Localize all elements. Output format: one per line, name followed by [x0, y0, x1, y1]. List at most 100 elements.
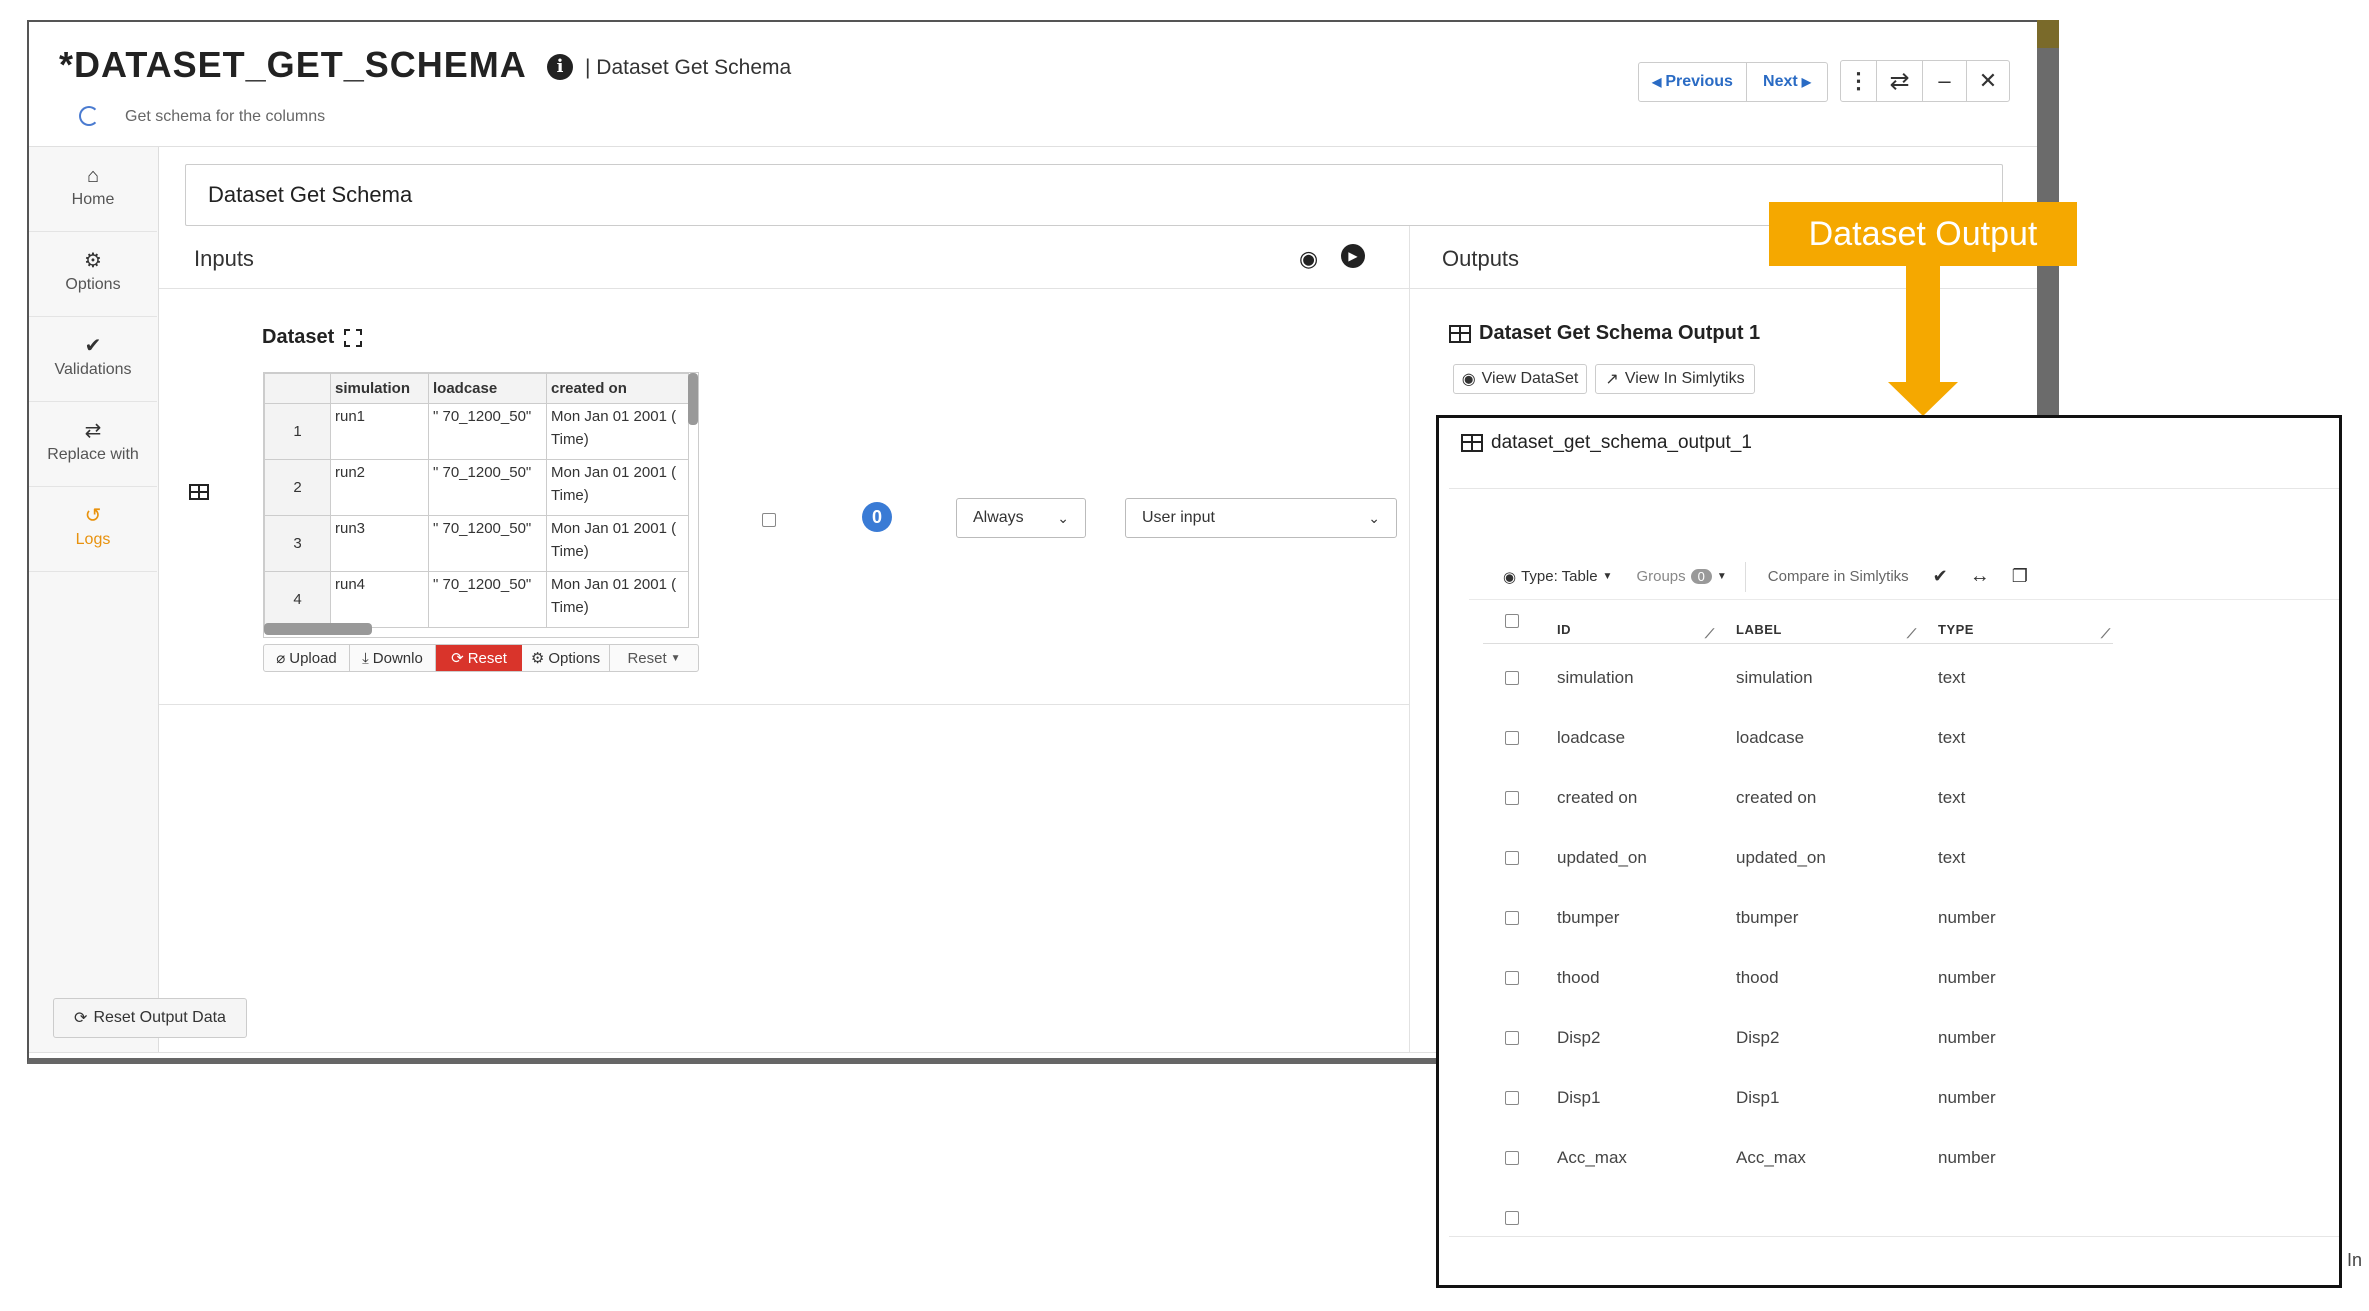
column-header-type[interactable]: TYPE [1938, 622, 1974, 637]
schema-rows: simulation simulation text loadcase loadcas… [1483, 668, 2339, 1228]
schema-header-row: ID ⟋ LABEL ⟋ TYPE ⟋ [1483, 608, 2113, 644]
table-row[interactable]: tbumper tbumper number [1483, 908, 2339, 968]
inputs-divider [159, 288, 1439, 289]
sidebar-item-options[interactable]: ⚙ Options [29, 232, 157, 317]
edge-cut-text: In [2347, 1250, 2363, 1270]
grid-cell[interactable]: run2 [330, 459, 429, 516]
resize-handle-icon[interactable]: ⟋ [1907, 626, 1917, 642]
type-dropdown[interactable]: ◉ Type: Table ▼ [1503, 568, 1612, 586]
grid-cell[interactable]: " 70_1200_50" [428, 403, 547, 460]
row-checkbox[interactable] [1505, 1151, 1519, 1165]
table-row: 2 run2 " 70_1200_50" Mon Jan 01 2001 (Ti… [264, 459, 689, 516]
window-edge-accent [2037, 20, 2059, 48]
row-checkbox[interactable] [1505, 971, 1519, 985]
double-check-icon: ✔ [84, 335, 102, 357]
run-condition-select[interactable]: Always ⌄ [956, 498, 1086, 538]
reset-dropdown-button[interactable]: Reset ▼ [610, 645, 698, 671]
grid-cell[interactable]: Mon Jan 01 2001 (Time) [546, 571, 689, 628]
row-checkbox[interactable] [1505, 671, 1519, 685]
swap-icon[interactable]: ⇄ [1877, 61, 1923, 101]
dataset-checkbox[interactable] [762, 513, 776, 527]
row-checkbox[interactable] [1505, 1091, 1519, 1105]
row-checkbox[interactable] [1505, 1031, 1519, 1045]
row-checkbox[interactable] [1505, 1211, 1519, 1225]
row-checkbox[interactable] [1505, 731, 1519, 745]
home-icon: ⌂ [86, 165, 100, 187]
table-row[interactable]: Disp1 Disp1 number [1483, 1088, 2339, 1148]
grid-cell[interactable]: " 70_1200_50" [428, 515, 547, 572]
table-row[interactable]: simulation simulation text [1483, 668, 2339, 728]
node-name-field[interactable]: Dataset Get Schema [185, 164, 2003, 226]
column-header-id[interactable]: ID [1557, 622, 1571, 637]
previous-button[interactable]: ◀ Previous [1639, 63, 1747, 101]
info-icon[interactable]: i [547, 54, 573, 80]
table-row[interactable]: updated_on updated_on text [1483, 848, 2339, 908]
grid-cell[interactable]: Mon Jan 01 2001 (Time) [546, 403, 689, 460]
upload-button[interactable]: ⌀ Upload [264, 645, 350, 671]
horizontal-scrollbar[interactable] [264, 623, 372, 635]
minimize-icon[interactable]: – [1923, 61, 1967, 101]
close-icon[interactable]: ✕ [1967, 61, 2009, 101]
grid-cell[interactable]: run4 [330, 571, 429, 628]
caret-down-icon: ▼ [1716, 571, 1727, 582]
row-checkbox[interactable] [1505, 851, 1519, 865]
zoomed-output-panel: dataset_get_schema_output_1 ◉ Type: Table… [1436, 415, 2342, 1288]
table-icon [1449, 324, 1471, 343]
reset-output-data-button[interactable]: ⟳ Reset Output Data [53, 998, 247, 1038]
view-dataset-button[interactable]: ◉ View DataSet [1453, 364, 1587, 394]
play-icon[interactable]: ▶ [1341, 244, 1365, 268]
groups-dropdown[interactable]: Groups 0 ▼ [1636, 568, 1726, 585]
callout-arrow-head [1888, 382, 1958, 416]
sidebar-item-replace-with[interactable]: ⇄ Replace with [29, 402, 157, 487]
table-row[interactable]: loadcase loadcase text [1483, 728, 2339, 788]
refresh-spin-icon [79, 106, 99, 126]
dataset-label: Dataset [262, 326, 363, 349]
table-row-partial[interactable] [1483, 1208, 2339, 1228]
inputs-bottom-divider [159, 704, 1409, 705]
grid-cell[interactable]: Mon Jan 01 2001 (Time) [546, 515, 689, 572]
spreadsheet-toolbar: ⌀ Upload ⤓ Downlo ⟳ Reset ⚙ Options Reset ▼ [263, 644, 699, 672]
caret-left-icon: ◀ [1652, 75, 1662, 89]
reset-button[interactable]: ⟳ Reset [436, 645, 522, 671]
grid-cell[interactable]: run3 [330, 515, 429, 572]
row-checkbox[interactable] [1505, 911, 1519, 925]
page-title: *DATASET_GET_SCHEMA [59, 44, 527, 85]
double-check-icon[interactable]: ✔ [1933, 566, 1948, 587]
expand-icon[interactable] [344, 328, 363, 347]
vertical-scrollbar[interactable] [688, 373, 698, 425]
grid-cell[interactable]: " 70_1200_50" [428, 459, 547, 516]
view-in-simlytiks-button[interactable]: ↗ View In Simlytiks [1595, 364, 1755, 394]
table-row[interactable]: created on created on text [1483, 788, 2339, 848]
compare-in-simlytiks-button[interactable]: Compare in Simlytiks [1768, 568, 1909, 585]
grid-col-header[interactable]: loadcase [428, 373, 547, 404]
grid-cell[interactable]: " 70_1200_50" [428, 571, 547, 628]
select-all-checkbox[interactable] [1505, 614, 1519, 628]
eye-icon[interactable]: ◉ [1299, 246, 1318, 272]
input-source-select[interactable]: User input ⌄ [1125, 498, 1397, 538]
sidebar-item-validations[interactable]: ✔ Validations [29, 317, 157, 402]
table-row[interactable]: thood thood number [1483, 968, 2339, 1028]
dataset-spreadsheet[interactable]: simulation loadcase created on 1 run1 " … [263, 372, 699, 638]
refresh-icon: ⟳ [74, 1010, 88, 1027]
copy-icon[interactable]: ❐ [2012, 566, 2028, 587]
table-row[interactable]: Acc_max Acc_max number [1483, 1148, 2339, 1208]
row-checkbox[interactable] [1505, 791, 1519, 805]
grid-col-header[interactable]: simulation [330, 373, 429, 404]
next-button[interactable]: Next ▶ [1747, 63, 1827, 101]
grid-options-button[interactable]: ⚙ Options [522, 645, 610, 671]
sidebar-item-home[interactable]: ⌂ Home [29, 147, 157, 232]
download-button[interactable]: ⤓ Downlo [350, 645, 436, 671]
table-row[interactable]: Disp2 Disp2 number [1483, 1028, 2339, 1088]
resize-handle-icon[interactable]: ⟋ [1705, 626, 1715, 642]
sidebar-item-logs[interactable]: ↺ Logs [29, 487, 157, 572]
fit-width-icon[interactable]: ↔ [1970, 565, 1990, 588]
column-header-label[interactable]: LABEL [1736, 622, 1782, 637]
more-vert-icon[interactable]: ⋮ [1841, 61, 1877, 101]
table-row: 3 run3 " 70_1200_50" Mon Jan 01 2001 (Ti… [264, 515, 689, 572]
grid-cell[interactable]: Mon Jan 01 2001 (Time) [546, 459, 689, 516]
eye-icon: ◉ [1461, 371, 1476, 388]
table-icon [1461, 434, 1483, 452]
resize-handle-icon[interactable]: ⟋ [2101, 626, 2111, 642]
grid-cell[interactable]: run1 [330, 403, 429, 460]
grid-col-header[interactable]: created on [546, 373, 689, 404]
